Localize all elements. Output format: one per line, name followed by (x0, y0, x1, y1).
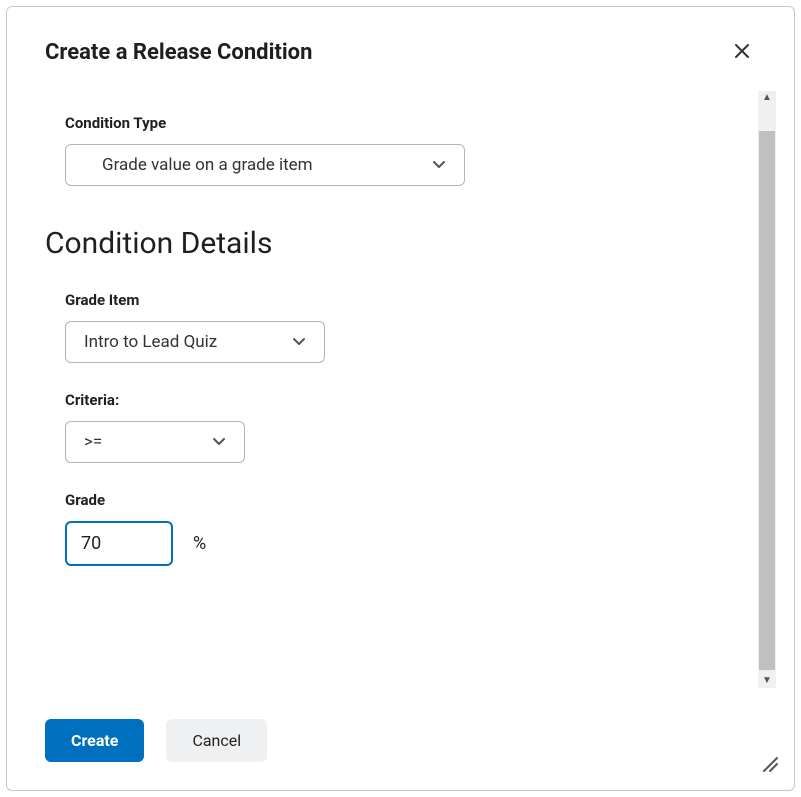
criteria-group: Criteria: >= (45, 391, 724, 463)
grade-item-value: Intro to Lead Quiz (84, 332, 217, 352)
scroll-thumb[interactable] (759, 131, 775, 670)
cancel-button[interactable]: Cancel (166, 719, 267, 762)
condition-type-label: Condition Type (45, 114, 724, 132)
scroll-down-icon[interactable]: ▼ (762, 674, 772, 688)
modal-title: Create a Release Condition (45, 40, 312, 65)
chevron-down-icon (432, 160, 446, 170)
condition-type-group: Condition Type Grade value on a grade it… (45, 114, 724, 186)
scrollbar[interactable]: ▲ ▼ (758, 91, 776, 688)
grade-item-select[interactable]: Intro to Lead Quiz (65, 321, 325, 363)
condition-type-select[interactable]: Grade value on a grade item (65, 144, 465, 186)
grade-input[interactable] (65, 521, 173, 566)
criteria-label: Criteria: (45, 391, 724, 409)
condition-details-heading: Condition Details (45, 226, 724, 261)
modal-footer: Create Cancel (7, 703, 794, 790)
grade-group: Grade % (45, 491, 724, 566)
grade-item-select-wrap: Intro to Lead Quiz (65, 321, 325, 363)
release-condition-modal: Create a Release Condition Condition Typ… (6, 6, 795, 791)
grade-item-group: Grade Item Intro to Lead Quiz (45, 291, 724, 363)
resize-icon (760, 754, 778, 772)
criteria-select[interactable]: >= (65, 421, 245, 463)
modal-header: Create a Release Condition (7, 7, 794, 76)
grade-row: % (65, 521, 724, 566)
modal-body-wrap: Condition Type Grade value on a grade it… (7, 76, 794, 703)
modal-body: Condition Type Grade value on a grade it… (7, 76, 794, 614)
create-button[interactable]: Create (45, 719, 144, 762)
close-icon (734, 43, 750, 62)
chevron-down-icon (212, 437, 226, 447)
grade-item-label: Grade Item (45, 291, 724, 309)
close-button[interactable] (728, 37, 756, 68)
criteria-select-wrap: >= (65, 421, 245, 463)
scroll-up-icon[interactable]: ▲ (762, 91, 772, 105)
percent-symbol: % (193, 533, 206, 554)
resize-handle[interactable] (760, 754, 778, 772)
criteria-value: >= (84, 432, 102, 452)
grade-label: Grade (45, 491, 724, 509)
condition-type-select-wrap: Grade value on a grade item (65, 144, 465, 186)
chevron-down-icon (292, 337, 306, 347)
condition-type-value: Grade value on a grade item (102, 155, 313, 175)
